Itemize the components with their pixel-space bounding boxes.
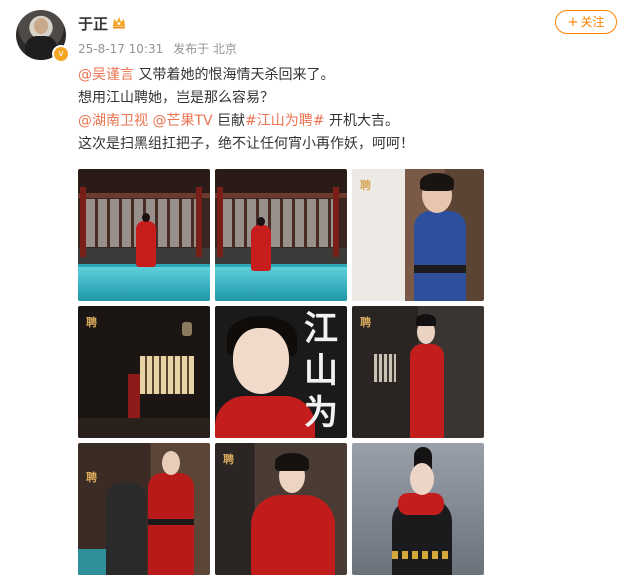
content-text: 巨献 [212, 113, 246, 129]
photo-figure [128, 374, 140, 424]
photo-belt [392, 551, 452, 559]
photo-robe [251, 495, 335, 575]
photo-6[interactable]: 聘 [352, 306, 484, 438]
post-meta: 25-8-17 10:31 发布于 北京 [78, 40, 243, 57]
photo-watermark: 聘 [86, 316, 97, 329]
photo-head [410, 463, 434, 495]
author-name[interactable]: 于正 [78, 13, 108, 34]
photo-window [374, 354, 396, 382]
content-line-1: @吴谨言 又带着她的恨海情天杀回来了。 [78, 64, 598, 87]
photo-lamp [182, 322, 192, 336]
post-content: @吴谨言 又带着她的恨海情天杀回来了。 想用江山聘她，岂是那么容易？ @湖南卫视… [78, 64, 598, 156]
mention-link[interactable]: @湖南卫视 [78, 113, 148, 129]
follow-button[interactable]: + 关注 [555, 10, 617, 34]
photo-hair [420, 173, 454, 191]
photo-belt [414, 265, 466, 273]
photo-figure [136, 213, 156, 267]
photo-robe [410, 344, 444, 438]
photo-hall [223, 199, 339, 247]
photo-robe [414, 211, 466, 301]
content-line-3: @湖南卫视 @芒果TV 巨献#江山为聘# 开机大吉。 [78, 110, 598, 133]
photo-head [162, 451, 180, 475]
photo-pillar [217, 187, 223, 257]
vip-crown-icon[interactable] [112, 16, 126, 29]
post-date[interactable]: 25-8-17 10:31 [78, 42, 163, 56]
topic-link[interactable]: #江山为聘# [245, 113, 324, 129]
mention-link[interactable]: @吴谨言 [78, 67, 134, 83]
photo-5[interactable]: 江 山 为 [215, 306, 347, 438]
photo-figure-dark [106, 483, 146, 575]
weibo-post-card: v 于正 25-8-17 10:31 发布于 北京 + 关注 @吴谨言 又带着她的… [0, 0, 627, 585]
photo-8[interactable]: 聘 [215, 443, 347, 575]
photo-pillar [196, 187, 202, 257]
verified-badge-icon: v [52, 45, 70, 63]
post-source: 发布于 北京 [173, 42, 237, 56]
photo-4[interactable]: 聘 [78, 306, 210, 438]
photo-window [140, 356, 194, 394]
photo-watermark: 聘 [360, 179, 371, 192]
calligraphy-char: 山 [304, 351, 338, 391]
photo-floor [78, 418, 210, 438]
photo-face [233, 328, 289, 394]
photo-7[interactable]: 聘 [78, 443, 210, 575]
photo-hair [416, 314, 436, 326]
photo-9[interactable] [352, 443, 484, 575]
content-line-4: 这次是扫黑组扛把子，绝不让任何宵小再作妖，呵呵！ [78, 133, 598, 156]
plus-icon: + [567, 15, 579, 30]
calligraphy-char: 为 [304, 393, 338, 433]
photo-watermark: 聘 [360, 316, 371, 329]
photo-figure [251, 217, 271, 271]
content-text: 想用江山聘她，岂是那么容易？ [78, 90, 274, 106]
photo-pillar [333, 187, 339, 257]
content-text: 这次是扫黑组扛把子，绝不让任何宵小再作妖，呵呵！ [78, 136, 414, 152]
content-line-2: 想用江山聘她，岂是那么容易？ [78, 87, 598, 110]
photo-calligraphy: 江 山 为 [297, 308, 345, 434]
photo-pool [78, 267, 210, 301]
photo-pool [215, 267, 347, 301]
photo-grid: 聘 聘 江 山 为 聘 聘 聘 [78, 169, 484, 575]
photo-2[interactable] [215, 169, 347, 301]
avatar-face [34, 18, 48, 34]
photo-scarf [398, 493, 444, 515]
follow-label: 关注 [580, 15, 605, 29]
photo-belt [148, 519, 194, 525]
content-text: 又带着她的恨海情天杀回来了。 [134, 67, 335, 83]
photo-1[interactable] [78, 169, 210, 301]
photo-watermark: 聘 [86, 471, 97, 484]
photo-watermark: 聘 [223, 453, 234, 466]
photo-hair [275, 453, 309, 471]
photo-3[interactable]: 聘 [352, 169, 484, 301]
mention-link[interactable]: @芒果TV [152, 113, 212, 129]
content-text: 开机大吉。 [324, 113, 399, 129]
calligraphy-char: 江 [304, 309, 338, 349]
photo-pillar [80, 187, 86, 257]
